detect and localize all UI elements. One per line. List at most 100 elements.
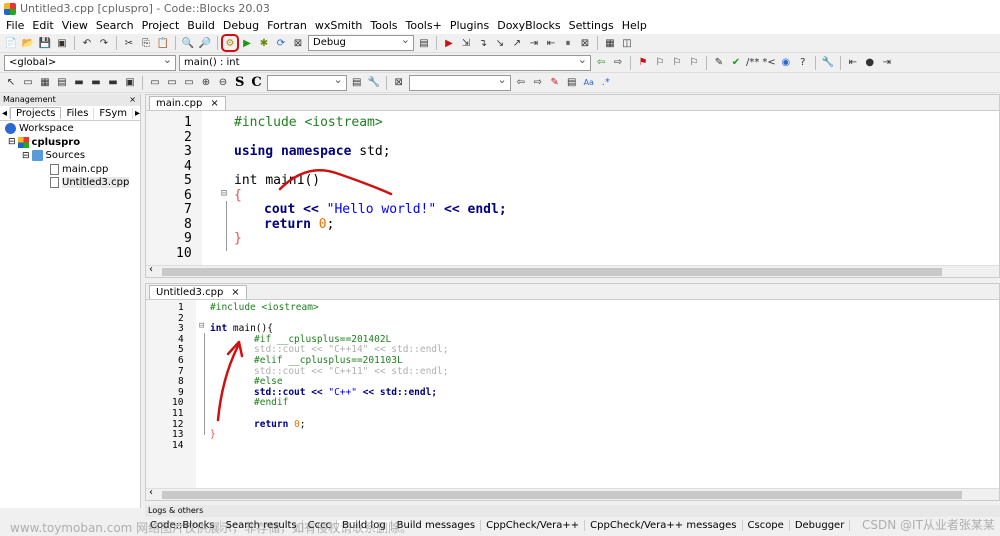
nav-first-icon[interactable]: ⇤ — [846, 56, 860, 70]
tab-scroll-right-icon[interactable]: ▸ — [133, 108, 142, 119]
redo-icon[interactable]: ↷ — [97, 36, 111, 50]
scrollbar-thumb[interactable] — [162, 491, 962, 499]
bookmark-clear-icon[interactable]: ⚐ — [687, 56, 701, 70]
menu-wxsmith[interactable]: wxSmith — [311, 19, 367, 32]
selected-only-icon[interactable]: ▤ — [565, 76, 579, 90]
search-settings-icon[interactable]: 🔧 — [367, 76, 381, 90]
menu-file[interactable]: File — [2, 19, 28, 32]
menu-tools[interactable]: Tools — [366, 19, 401, 32]
step-into-icon[interactable]: ↘ — [493, 36, 507, 50]
regex-button[interactable]: .* — [599, 76, 613, 90]
debug-start-icon[interactable]: ▶ — [442, 36, 456, 50]
menu-settings[interactable]: Settings — [565, 19, 618, 32]
next-instruction-icon[interactable]: ⇥ — [527, 36, 541, 50]
stop-debug-icon[interactable]: ⊠ — [578, 36, 592, 50]
frame4-icon[interactable]: ▣ — [123, 76, 137, 90]
incremental-search-icon[interactable]: ⊠ — [392, 76, 406, 90]
frame3-icon[interactable]: ▬ — [106, 76, 120, 90]
zoom-in-icon[interactable]: ⊕ — [199, 76, 213, 90]
scrollbar-thumb[interactable] — [162, 268, 942, 276]
function-select[interactable]: main() : int — [179, 53, 591, 71]
scroll-left-icon[interactable]: ‹ — [149, 487, 153, 498]
menu-edit[interactable]: Edit — [28, 19, 57, 32]
menu-project[interactable]: Project — [138, 19, 184, 32]
run-icon[interactable]: ▶ — [240, 36, 254, 50]
menu-debug[interactable]: Debug — [219, 19, 263, 32]
menu-doxyblocks[interactable]: DoxyBlocks — [493, 19, 564, 32]
find-icon[interactable]: 🔍 — [181, 36, 195, 50]
menu-plugins[interactable]: Plugins — [446, 19, 493, 32]
build-and-run-icon[interactable]: ✱ — [257, 36, 271, 50]
tab-main-cpp[interactable]: main.cpp × — [149, 96, 226, 110]
fold-marker-icon[interactable]: ⊟ — [199, 321, 204, 331]
abort-icon[interactable]: ⊠ — [291, 36, 305, 50]
log-tab-cppcheck[interactable]: CppCheck/Vera++ — [481, 520, 586, 531]
s-button[interactable]: S — [233, 75, 246, 90]
zoom-out-icon[interactable]: ⊖ — [216, 76, 230, 90]
management-close-button[interactable]: × — [129, 94, 136, 106]
tools-icon[interactable]: 🔧 — [821, 56, 835, 70]
tab-scroll-left-icon[interactable]: ◂ — [0, 107, 11, 119]
debug-info-icon[interactable]: ◫ — [620, 36, 634, 50]
menu-fortran[interactable]: Fortran — [263, 19, 311, 32]
tree-file-main[interactable]: main.cpp — [0, 163, 140, 177]
frame2-icon[interactable]: ▬ — [89, 76, 103, 90]
step-out-icon[interactable]: ↗ — [510, 36, 524, 50]
frame-icon[interactable]: ▬ — [72, 76, 86, 90]
code-area[interactable]: 1 2 3 4 5 6 7 8 9 10 11 12 13 14 ⊟ #incl… — [146, 300, 999, 488]
paste-icon[interactable]: 📋 — [156, 36, 170, 50]
open-file-icon[interactable]: 📂 — [21, 36, 35, 50]
collapse-icon[interactable]: ⊟ — [8, 137, 16, 147]
highlight-icon[interactable]: ✎ — [548, 76, 562, 90]
horizontal-scrollbar[interactable]: ‹ — [146, 264, 999, 277]
undo-icon[interactable]: ↶ — [80, 36, 94, 50]
menu-view[interactable]: View — [58, 19, 92, 32]
nav-last-icon[interactable]: ⇥ — [880, 56, 894, 70]
build-gear-icon[interactable]: ⚙ — [221, 34, 239, 52]
search-prev-icon[interactable]: ⇦ — [514, 76, 528, 90]
scroll-left-icon[interactable]: ‹ — [149, 264, 153, 275]
menu-tools-plus[interactable]: Tools+ — [402, 19, 446, 32]
log-tab-cppcheck-messages[interactable]: CppCheck/Vera++ messages — [585, 520, 743, 531]
doxy-extract-icon[interactable]: ✔ — [729, 56, 743, 70]
save-all-icon[interactable]: ▣ — [55, 36, 69, 50]
build-target-select[interactable]: Debug — [308, 34, 414, 51]
bookmark-prev-icon[interactable]: ⚐ — [653, 56, 667, 70]
box1-icon[interactable]: ▭ — [148, 76, 162, 90]
copy-icon[interactable]: ⎘ — [139, 36, 153, 50]
fold-marker-icon[interactable]: ⊟ — [221, 188, 227, 199]
doxy-help-icon[interactable]: ? — [796, 56, 810, 70]
horizontal-scrollbar[interactable]: ‹ — [146, 487, 999, 500]
pause-icon[interactable]: ⏸ — [561, 36, 575, 50]
code-area[interactable]: 1 2 3 4 5 6 7 8 9 10 ⊟ #include <iostrea… — [146, 111, 999, 265]
log-tab-debugger[interactable]: Debugger — [790, 520, 851, 531]
jump-forward-icon[interactable]: ⇨ — [611, 56, 625, 70]
incremental-search-combo[interactable] — [408, 73, 511, 91]
line-comment-button[interactable]: *< — [762, 56, 775, 70]
log-tab-cscope[interactable]: Cscope — [743, 520, 790, 531]
next-line-icon[interactable]: ↴ — [476, 36, 490, 50]
grid-icon[interactable]: ▦ — [38, 76, 52, 90]
tab-close-button[interactable]: × — [210, 98, 218, 109]
c-button[interactable]: C — [249, 75, 263, 90]
select-pointer-icon[interactable]: ↖ — [4, 76, 18, 90]
menu-build[interactable]: Build — [183, 19, 219, 32]
debug-windows-icon[interactable]: ▦ — [603, 36, 617, 50]
bookmark-next-icon[interactable]: ⚐ — [670, 56, 684, 70]
search-next-icon[interactable]: ⇨ — [531, 76, 545, 90]
jump-back-icon[interactable]: ⇦ — [594, 56, 608, 70]
cut-icon[interactable]: ✂ — [122, 36, 136, 50]
search-combo[interactable] — [266, 73, 347, 91]
menu-help[interactable]: Help — [618, 19, 651, 32]
tab-untitled3-cpp[interactable]: Untitled3.cpp × — [149, 285, 247, 299]
doxy-run-icon[interactable]: ◉ — [779, 56, 793, 70]
tree-folder-sources[interactable]: ⊟ Sources — [0, 149, 140, 163]
doxy-wizard-icon[interactable]: ✎ — [712, 56, 726, 70]
nav-dot-icon[interactable]: ● — [863, 56, 877, 70]
tree-file-untitled3[interactable]: Untitled3.cpp — [0, 176, 140, 190]
tab-fsymbols[interactable]: FSym — [94, 107, 134, 119]
rebuild-icon[interactable]: ⟳ — [274, 36, 288, 50]
tab-files[interactable]: Files — [61, 107, 95, 119]
tab-close-button[interactable]: × — [231, 287, 239, 298]
target-settings-icon[interactable]: ▤ — [417, 36, 431, 50]
